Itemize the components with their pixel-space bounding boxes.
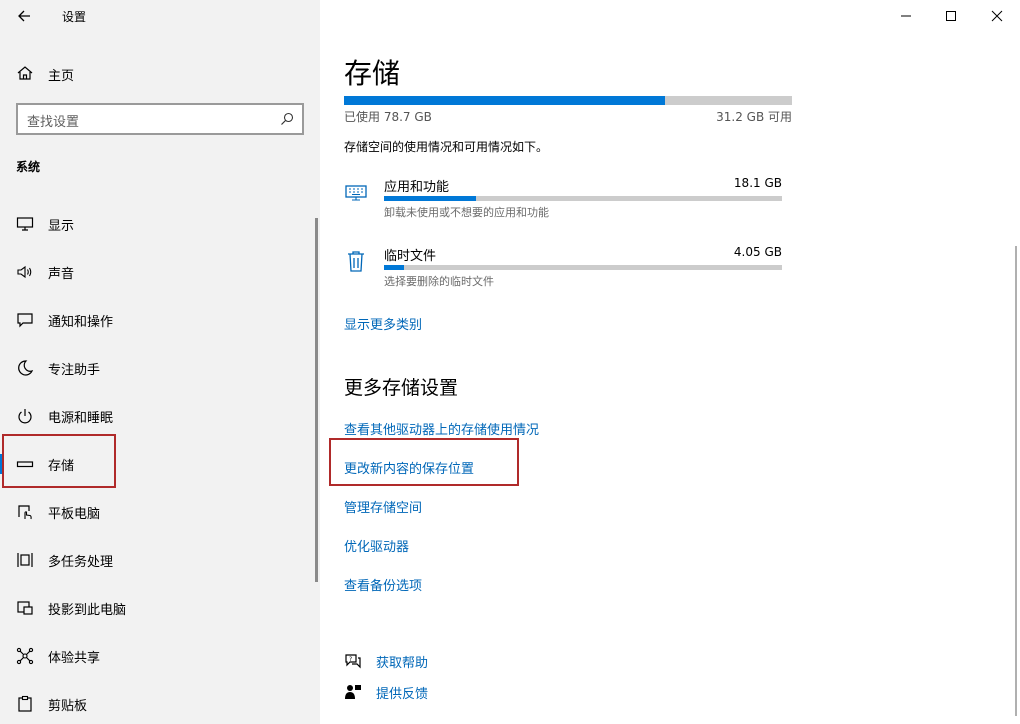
category-size: 4.05 GB <box>733 245 782 259</box>
sidebar-item-shared-experiences[interactable]: 体验共享 <box>0 632 320 680</box>
sidebar-item-label: 专注助手 <box>48 363 101 378</box>
category-temp-files[interactable]: 临时文件 4.05 GB 选择要删除的临时文件 <box>344 245 784 295</box>
moon-icon <box>18 360 34 376</box>
sidebar-item-home[interactable]: 主页 <box>0 58 320 88</box>
minimize-button[interactable] <box>894 6 918 26</box>
sidebar-item-label: 剪贴板 <box>48 699 88 714</box>
give-feedback-label: 提供反馈 <box>376 687 429 702</box>
clipboard-icon <box>18 695 32 712</box>
page-title: 存储 <box>344 57 401 90</box>
monitor-icon <box>16 217 34 231</box>
svg-text:?: ? <box>349 656 352 663</box>
sidebar-item-sound[interactable]: 声音 <box>0 248 320 296</box>
help-chat-icon: ? <box>345 654 361 669</box>
back-button[interactable] <box>14 6 36 26</box>
sidebar: 设置 主页 查找设置 系统 显示 声音 通知和操作 专注助手 电源和睡眠 存储 … <box>0 0 320 724</box>
manage-storage-spaces-link[interactable]: 管理存储空间 <box>344 497 422 516</box>
minimize-icon <box>901 15 911 17</box>
storage-description: 存储空间的使用情况和可用情况如下。 <box>344 140 549 154</box>
sidebar-item-clipboard[interactable]: 剪贴板 <box>0 680 320 724</box>
share-icon <box>16 647 34 665</box>
category-usage-bar <box>384 196 782 201</box>
app-title: 设置 <box>62 10 87 24</box>
show-more-categories-link[interactable]: 显示更多类别 <box>344 314 422 333</box>
sidebar-item-power[interactable]: 电源和睡眠 <box>0 392 320 440</box>
search-placeholder: 查找设置 <box>27 115 80 130</box>
speaker-icon <box>17 265 32 279</box>
feedback-icon <box>345 685 361 699</box>
category-name: 临时文件 <box>384 249 437 264</box>
more-storage-settings-heading: 更多存储设置 <box>344 377 459 399</box>
sidebar-item-focus-assist[interactable]: 专注助手 <box>0 344 320 392</box>
sidebar-item-project[interactable]: 投影到此电脑 <box>0 584 320 632</box>
multitask-icon <box>17 553 33 567</box>
category-usage-fill <box>384 265 404 270</box>
notification-icon <box>17 313 33 328</box>
category-apps[interactable]: 应用和功能 18.1 GB 卸载未使用或不想要的应用和功能 <box>344 176 784 226</box>
title-bar: 设置 <box>0 0 320 32</box>
sidebar-item-label: 平板电脑 <box>48 507 101 522</box>
save-location-highlight-box <box>329 438 519 486</box>
main-scrollbar[interactable] <box>1015 246 1017 716</box>
search-icon <box>281 112 294 125</box>
sidebar-item-multitasking[interactable]: 多任务处理 <box>0 536 320 584</box>
power-icon <box>18 409 32 424</box>
category-usage-fill <box>384 196 476 201</box>
view-backup-options-link[interactable]: 查看备份选项 <box>344 575 422 594</box>
storage-usage-bar <box>344 96 792 105</box>
tablet-icon <box>18 505 32 520</box>
trash-icon <box>348 251 364 272</box>
used-space-label: 已使用 78.7 GB <box>344 110 432 124</box>
category-usage-bar <box>384 265 782 270</box>
get-help-label: 获取帮助 <box>376 656 429 671</box>
free-space-label: 31.2 GB 可用 <box>716 110 792 124</box>
view-other-drives-link[interactable]: 查看其他驱动器上的存储使用情况 <box>344 419 539 438</box>
sidebar-item-label: 通知和操作 <box>48 315 114 330</box>
sidebar-item-tablet[interactable]: 平板电脑 <box>0 488 320 536</box>
section-title: 系统 <box>16 160 41 174</box>
sidebar-item-label: 声音 <box>48 267 75 282</box>
sidebar-item-label: 体验共享 <box>48 651 101 666</box>
storage-highlight-box <box>2 434 116 488</box>
project-icon <box>17 601 33 615</box>
storage-usage-fill <box>344 96 665 105</box>
sidebar-scrollbar[interactable] <box>315 218 318 582</box>
apps-icon <box>345 185 367 201</box>
sidebar-item-label: 电源和睡眠 <box>48 411 114 426</box>
maximize-button[interactable] <box>939 6 963 26</box>
sidebar-item-label: 显示 <box>48 219 75 234</box>
sidebar-item-label: 投影到此电脑 <box>48 603 127 618</box>
category-description: 选择要删除的临时文件 <box>384 275 494 288</box>
search-input[interactable]: 查找设置 <box>16 103 304 135</box>
maximize-icon <box>946 11 956 21</box>
sidebar-item-label: 主页 <box>48 69 75 84</box>
optimize-drives-link[interactable]: 优化驱动器 <box>344 536 409 555</box>
give-feedback-link[interactable]: 提供反馈 <box>344 681 544 703</box>
get-help-link[interactable]: ? 获取帮助 <box>344 650 544 672</box>
category-description: 卸载未使用或不想要的应用和功能 <box>384 206 549 219</box>
sidebar-item-display[interactable]: 显示 <box>0 200 320 248</box>
category-name: 应用和功能 <box>384 180 450 195</box>
main-content: 存储 已使用 78.7 GB 31.2 GB 可用 存储空间的使用情况和可用情况… <box>320 0 1020 724</box>
sidebar-item-label: 多任务处理 <box>48 555 114 570</box>
close-icon <box>991 10 1003 22</box>
home-icon <box>17 66 33 80</box>
close-button[interactable] <box>985 6 1009 26</box>
sidebar-item-notifications[interactable]: 通知和操作 <box>0 296 320 344</box>
back-arrow-icon <box>18 10 30 22</box>
category-size: 18.1 GB <box>733 176 782 190</box>
